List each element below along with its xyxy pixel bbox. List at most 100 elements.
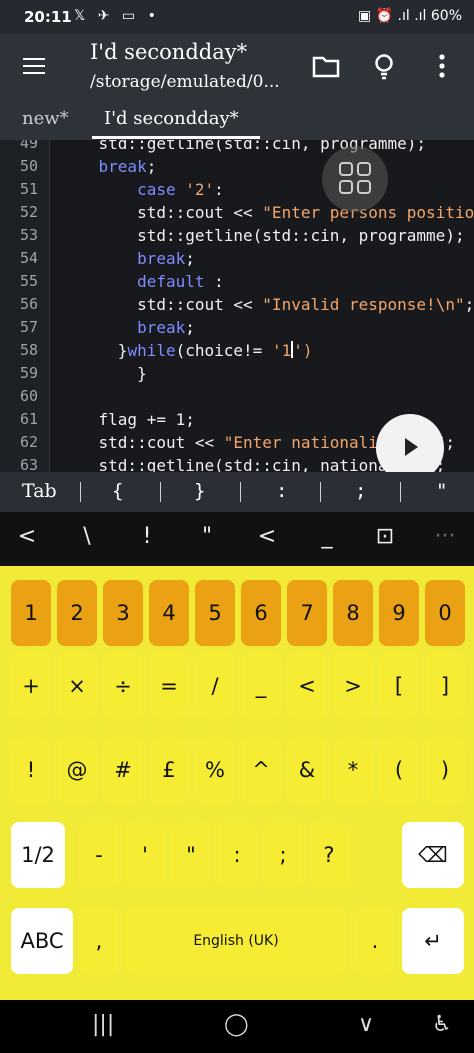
code-line[interactable]: 52 std::cout << "Enter persons position:… bbox=[0, 203, 474, 226]
key-row1-2[interactable]: 3 bbox=[103, 580, 143, 646]
accessibility-icon[interactable]: ♿ bbox=[432, 1012, 452, 1037]
code-line[interactable]: 58 }while(choice!= '1 ') bbox=[0, 341, 474, 364]
backspace-key[interactable]: ⌫ bbox=[402, 822, 464, 888]
code-token: flag += 1; bbox=[98, 410, 195, 429]
code-text: std::cout << "Enter persons position:\n"… bbox=[60, 203, 474, 222]
keyword-token: default bbox=[137, 272, 205, 291]
key-row2-8[interactable]: [ bbox=[379, 653, 419, 719]
code-line[interactable]: 49 std::getline(std::cin, programme); bbox=[0, 140, 474, 157]
period-key[interactable]: . bbox=[355, 908, 395, 974]
less-than-key[interactable]: < bbox=[252, 524, 282, 549]
code-token: } bbox=[117, 341, 128, 360]
key-row3-8[interactable]: ( bbox=[379, 737, 419, 803]
select-icon[interactable]: ⊡ bbox=[370, 524, 400, 549]
key-row4-2[interactable]: ' bbox=[125, 822, 165, 888]
code-line[interactable]: 55 default : bbox=[0, 272, 474, 295]
enter-icon: ↵ bbox=[424, 929, 442, 953]
key-row1-4[interactable]: 5 bbox=[195, 580, 235, 646]
quote-key[interactable]: " bbox=[192, 524, 222, 549]
back-icon[interactable]: ∨ bbox=[358, 1012, 374, 1037]
underscore-key[interactable]: _ bbox=[312, 524, 342, 549]
key-row3-4[interactable]: % bbox=[195, 737, 235, 803]
enter-key[interactable]: ↵ bbox=[402, 908, 464, 974]
key-row2-4[interactable]: / bbox=[195, 653, 235, 719]
symbol-open-brace[interactable]: { bbox=[112, 480, 123, 502]
key-row2-9[interactable]: ] bbox=[425, 653, 465, 719]
symbol-semicolon[interactable]: ; bbox=[355, 480, 366, 502]
folder-icon[interactable] bbox=[308, 48, 344, 84]
comma-key[interactable]: , bbox=[79, 908, 119, 974]
menu-icon[interactable] bbox=[20, 52, 50, 82]
code-line[interactable]: 51 case '2': bbox=[0, 180, 474, 203]
key-row3-5[interactable]: ^ bbox=[241, 737, 281, 803]
fraction-key[interactable]: 1/2 bbox=[11, 822, 65, 888]
backspace-icon: ⌫ bbox=[418, 843, 448, 867]
key-row2-3[interactable]: = bbox=[149, 653, 189, 719]
lightbulb-icon[interactable] bbox=[366, 48, 402, 84]
key-row2-6[interactable]: < bbox=[287, 653, 327, 719]
code-line[interactable]: 53 std::getline(std::cin, programme); bbox=[0, 226, 474, 249]
symbol-tab[interactable]: Tab bbox=[22, 480, 57, 502]
key-row4-1[interactable]: - bbox=[79, 822, 119, 888]
key-row1-5[interactable]: 6 bbox=[241, 580, 281, 646]
line-number: 55 bbox=[20, 272, 39, 290]
key-row1-6[interactable]: 7 bbox=[287, 580, 327, 646]
keyword-token: while bbox=[127, 341, 176, 360]
key-row3-0[interactable]: ! bbox=[11, 737, 51, 803]
backslash-key[interactable]: \ bbox=[72, 524, 102, 549]
key-row3-3[interactable]: £ bbox=[149, 737, 189, 803]
code-token: : bbox=[214, 180, 224, 199]
key-row1-0[interactable]: 1 bbox=[11, 580, 51, 646]
exclamation-key[interactable]: ! bbox=[132, 524, 162, 549]
code-line[interactable]: 57 break; bbox=[0, 318, 474, 341]
code-line[interactable]: 59 } bbox=[0, 364, 474, 387]
key-row4-3[interactable]: " bbox=[171, 822, 211, 888]
key-row3-1[interactable]: @ bbox=[57, 737, 97, 803]
symbol-close-brace[interactable]: } bbox=[194, 480, 205, 502]
cursor-left-icon[interactable]: < bbox=[12, 524, 42, 549]
key-row3-6[interactable]: & bbox=[287, 737, 327, 803]
key-row1-1[interactable]: 2 bbox=[57, 580, 97, 646]
code-editor[interactable]: 49 std::getline(std::cin, programme); 50 … bbox=[0, 140, 474, 472]
recents-icon[interactable]: ||| bbox=[92, 1012, 114, 1037]
active-tab-indicator bbox=[92, 136, 260, 139]
abc-key[interactable]: ABC bbox=[11, 908, 73, 974]
key-row3-9[interactable]: ) bbox=[425, 737, 465, 803]
space-bar[interactable]: English (UK) bbox=[125, 908, 347, 974]
key-row4-6[interactable]: ? bbox=[309, 822, 349, 888]
key-row2-7[interactable]: > bbox=[333, 653, 373, 719]
key-row3-2[interactable]: # bbox=[103, 737, 143, 803]
key-row2-5[interactable]: _ bbox=[241, 653, 281, 719]
home-icon[interactable]: ◯ bbox=[224, 1012, 249, 1037]
code-token: ; bbox=[464, 295, 474, 314]
navigation-bar: ||| ◯ ∨ ♿ bbox=[0, 1000, 474, 1053]
key-row2-1[interactable]: × bbox=[57, 653, 97, 719]
code-line[interactable]: 50 break; bbox=[0, 157, 474, 180]
symbol-quote[interactable]: " bbox=[436, 480, 447, 502]
key-row2-0[interactable]: + bbox=[11, 653, 51, 719]
key-row2-2[interactable]: ÷ bbox=[103, 653, 143, 719]
key-row1-7[interactable]: 8 bbox=[333, 580, 373, 646]
code-token: std::cout << bbox=[137, 203, 263, 222]
system-icons: ▣ ⏰ .ıl .ıl 60% bbox=[358, 8, 462, 24]
more-vertical-icon[interactable] bbox=[424, 48, 460, 84]
code-line[interactable]: 54 break; bbox=[0, 249, 474, 272]
symbol-bar: Tab { } : ; " bbox=[0, 472, 474, 512]
code-text: std::getline(std::cin, programme); bbox=[60, 226, 465, 245]
key-row4-4[interactable]: : bbox=[217, 822, 257, 888]
tab-secondday[interactable]: I'd secondday* bbox=[104, 108, 239, 129]
line-number: 61 bbox=[20, 410, 39, 428]
key-row3-7[interactable]: * bbox=[333, 737, 373, 803]
code-line[interactable]: 60 bbox=[0, 387, 474, 410]
code-text: std::cout << "Invalid response!\n"; bbox=[60, 295, 474, 314]
key-row1-9[interactable]: 0 bbox=[425, 580, 465, 646]
key-row4-5[interactable]: ; bbox=[263, 822, 303, 888]
key-row1-8[interactable]: 9 bbox=[379, 580, 419, 646]
more-horizontal-icon[interactable]: ··· bbox=[430, 524, 460, 549]
code-line[interactable]: 56 std::cout << "Invalid response!\n"; bbox=[0, 295, 474, 318]
symbol-colon[interactable]: : bbox=[276, 480, 287, 502]
key-row1-3[interactable]: 4 bbox=[149, 580, 189, 646]
tab-new[interactable]: new* bbox=[22, 108, 69, 129]
floating-grid-icon[interactable] bbox=[322, 146, 388, 212]
line-number: 54 bbox=[20, 249, 39, 267]
